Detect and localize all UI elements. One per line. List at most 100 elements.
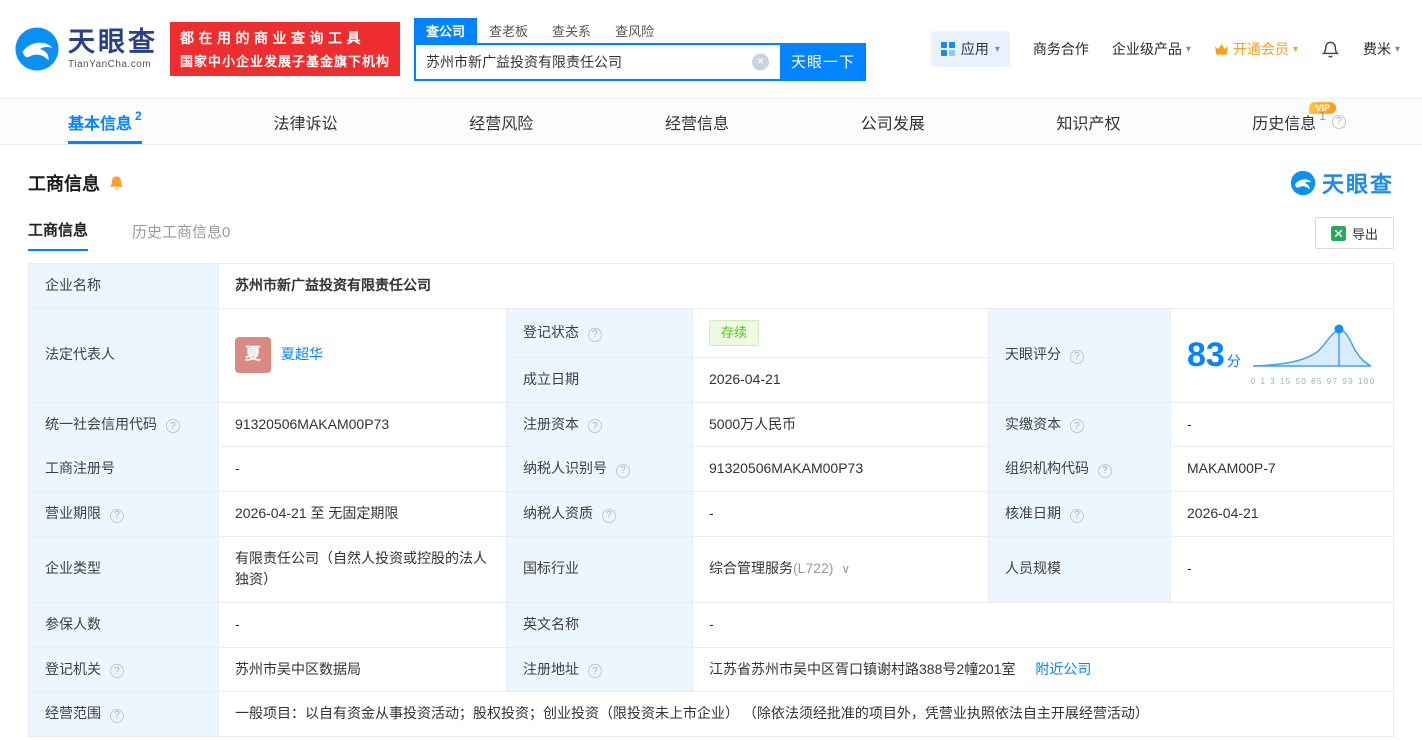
status-badge: 存续 (709, 319, 760, 346)
tab-basic-info[interactable]: 基本信息 2 (68, 99, 142, 144)
industry-name: 综合管理服务 (709, 560, 793, 577)
value-business-term: 2026-04-21 至 无固定期限 (218, 490, 507, 537)
help-icon[interactable]: ? (1069, 508, 1084, 523)
label-staff-size: 人员规模 (988, 535, 1171, 603)
label-business-scope: 经营范围 ? (28, 691, 219, 738)
notification-bell[interactable] (1321, 40, 1340, 59)
tab-history-info[interactable]: VIP 历史信息 1 ? (1252, 99, 1350, 144)
value-org-code: MAKAM00P-7 (1170, 446, 1394, 492)
help-icon[interactable]: ? (1097, 463, 1112, 478)
tab-label: 历史信息 (1252, 115, 1317, 133)
value-reg-authority: 苏州市吴中区数据局 (218, 646, 507, 693)
label-text: 成立日期 (523, 370, 579, 387)
tianyancha-logo[interactable]: 天眼查 TianYanCha.com (14, 26, 158, 72)
help-icon[interactable]: ? (109, 664, 124, 679)
label-taxpayer-quality: 纳税人资质 ? (506, 490, 693, 537)
label-text: 参保人数 (45, 615, 101, 632)
apps-menu[interactable]: 应用 ▾ (930, 31, 1010, 67)
tab-label: 经营信息 (664, 115, 729, 133)
brand-name: 天眼查 (68, 26, 158, 57)
search-tab-risk[interactable]: 查风险 (603, 18, 666, 43)
search-tab-relation[interactable]: 查关系 (540, 18, 603, 43)
label-reg-number: 工商注册号 (28, 446, 219, 492)
label-establish-date: 成立日期 (506, 356, 693, 403)
help-icon[interactable]: ? (1331, 114, 1346, 129)
nav-cooperation[interactable]: 商务合作 (1033, 39, 1089, 59)
search-tab-boss[interactable]: 查老板 (477, 18, 540, 43)
caret-down-icon: ▾ (1292, 43, 1298, 55)
tianyancha-logo-icon (15, 27, 59, 71)
value-approval-date: 2026-04-21 (1170, 490, 1394, 537)
subtab-business-info[interactable]: 工商信息 (28, 219, 89, 251)
nav-user-label: 费米 (1362, 41, 1391, 57)
expand-caret-icon[interactable]: ∨ (841, 562, 850, 576)
clear-icon[interactable]: ✕ (752, 53, 770, 70)
label-text: 天眼评分 (1005, 346, 1061, 363)
score-distribution-chart: 0 1 3 15 50 85 97 99 100 (1251, 322, 1375, 388)
help-icon[interactable]: ? (165, 419, 180, 434)
nav-enterprise-label: 企业级产品 (1111, 41, 1182, 57)
promo-line2: 国家中小企业发展子基金旗下机构 (180, 54, 391, 69)
score-curve-icon (1252, 324, 1372, 367)
search-input[interactable] (414, 42, 781, 81)
search-area: 查公司 查老板 查关系 查风险 ✕ 天眼一下 (414, 17, 867, 81)
label-reg-authority: 登记机关 ? (28, 646, 219, 693)
help-icon[interactable]: ? (601, 508, 616, 523)
tab-count-badge: 2 (135, 108, 142, 123)
logo-text: 天眼查 TianYanCha.com (68, 26, 158, 70)
value-establish-date: 2026-04-21 (692, 356, 989, 403)
value-english-name: - (692, 601, 1394, 648)
nearby-companies-link[interactable]: 附近公司 (1035, 661, 1091, 677)
help-icon[interactable]: ? (587, 327, 602, 342)
help-icon[interactable]: ? (1069, 350, 1084, 364)
search-tab-company[interactable]: 查公司 (414, 17, 478, 43)
value-taxpayer-quality: - (692, 490, 989, 537)
legal-rep-avatar[interactable]: 夏 (235, 337, 271, 374)
label-reg-capital: 注册资本 ? (506, 401, 693, 448)
tab-label: 法律诉讼 (273, 115, 338, 133)
value-company-type: 有限责任公司（自然人投资或控股的法人独资） (218, 535, 507, 603)
value-taxpayer-id: 91320506MAKAM00P73 (692, 446, 989, 492)
help-icon[interactable]: ? (109, 709, 124, 724)
label-text: 纳税人识别号 (523, 460, 607, 477)
export-button[interactable]: 导出 (1314, 217, 1394, 249)
table-row: 法定代表人 夏 夏超华 登记状态 ? 存续 天眼评分 ? 83 分 0 1 3 … (28, 307, 1394, 403)
score-number: 83 分 (1187, 329, 1241, 382)
help-icon[interactable]: ? (587, 419, 602, 434)
value-staff-size: - (1170, 535, 1394, 603)
tab-operation-info[interactable]: 经营信息 (665, 99, 729, 144)
table-row: 工商注册号 - 纳税人识别号 ? 91320506MAKAM00P73 组织机构… (28, 446, 1394, 492)
label-industry: 国标行业 (506, 535, 693, 603)
label-company-name: 企业名称 (28, 263, 219, 309)
tab-legal-litigation[interactable]: 法律诉讼 (273, 99, 337, 144)
value-legal-rep: 夏 夏超华 (218, 307, 507, 403)
nav-open-vip[interactable]: 开通会员 ▾ (1214, 39, 1298, 59)
subtab-history-business-info[interactable]: 历史工商信息0 (132, 221, 230, 251)
table-row: 参保人数 - 英文名称 - (28, 601, 1394, 648)
nav-enterprise[interactable]: 企业级产品 ▾ (1112, 39, 1191, 59)
tab-intellectual-property[interactable]: 知识产权 (1057, 99, 1121, 144)
label-text: 人员规模 (1005, 560, 1061, 577)
value-paid-capital: - (1170, 401, 1394, 448)
help-icon[interactable]: ? (587, 664, 602, 679)
label-text: 统一社会信用代码 (45, 415, 157, 432)
subscribe-bell-icon[interactable] (108, 175, 125, 192)
help-icon[interactable]: ? (615, 463, 630, 478)
label-text: 营业期限 (45, 504, 101, 521)
help-icon[interactable]: ? (109, 508, 124, 523)
label-text: 工商注册号 (45, 460, 115, 477)
top-nav: 应用 ▾ 商务合作 企业级产品 ▾ 开通会员 ▾ 费米 ▾ (930, 31, 1400, 67)
label-text: 注册地址 (523, 660, 579, 677)
value-reg-status: 存续 (692, 307, 989, 358)
label-text: 组织机构代码 (1005, 460, 1089, 477)
search-button[interactable]: 天眼一下 (780, 42, 867, 81)
tab-company-development[interactable]: 公司发展 (861, 99, 925, 144)
nav-user-menu[interactable]: 费米 ▾ (1363, 39, 1400, 59)
legal-rep-link[interactable]: 夏超华 (281, 344, 323, 366)
tab-operation-risk[interactable]: 经营风险 (469, 99, 533, 144)
value-reg-address: 江苏省苏州市吴中区胥口镇谢村路388号2幢201室 附近公司 (692, 646, 1394, 693)
help-icon[interactable]: ? (1069, 419, 1084, 434)
label-text: 企业名称 (45, 277, 101, 293)
label-paid-capital: 实缴资本 ? (988, 401, 1171, 448)
label-credit-code: 统一社会信用代码 ? (28, 401, 219, 448)
